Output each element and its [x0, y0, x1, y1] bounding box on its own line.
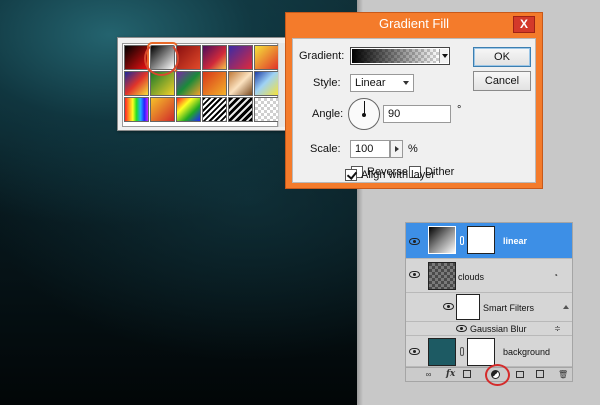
- gradient-preview: [352, 49, 439, 63]
- gradient-swatch[interactable]: [176, 97, 201, 122]
- layer-row-smart-filters[interactable]: Smart Filters: [406, 293, 572, 322]
- layer-row-gaussian-blur[interactable]: Gaussian Blur ≑: [406, 322, 572, 336]
- layers-panel: linear clouds ◔ Smart Filters Gaussian B…: [405, 222, 573, 382]
- eye-icon[interactable]: [456, 325, 467, 332]
- layer-mask-thumbnail[interactable]: [467, 226, 495, 254]
- chevron-down-icon: [442, 54, 448, 58]
- chain-link-icon[interactable]: [460, 347, 464, 356]
- smart-object-thumbnail: [428, 262, 456, 290]
- layer-name-smart-filters[interactable]: Smart Filters: [483, 303, 534, 313]
- gradient-dropdown-button[interactable]: [439, 49, 448, 63]
- new-group-icon[interactable]: [516, 371, 524, 378]
- trash-icon[interactable]: 🗑: [558, 370, 568, 379]
- style-select[interactable]: Linear: [350, 74, 414, 92]
- angle-dial-center: [362, 113, 366, 117]
- scale-label: Scale:: [310, 143, 341, 155]
- style-label: Style:: [313, 77, 341, 89]
- gradient-swatch[interactable]: [202, 45, 227, 70]
- angle-label: Angle:: [312, 108, 344, 120]
- layer-mask-thumbnail[interactable]: [467, 338, 495, 366]
- highlight-ring: [144, 41, 179, 76]
- gradient-swatch[interactable]: [228, 97, 253, 122]
- dialog-body: Gradient: Style: Linear Angle: 90 ° Scal…: [292, 38, 536, 183]
- link-layers-icon[interactable]: ∞: [424, 370, 433, 379]
- highlight-circle: [485, 364, 510, 386]
- layer-name-background[interactable]: background: [503, 347, 550, 357]
- gradient-swatch[interactable]: [176, 71, 201, 96]
- gradient-swatch[interactable]: [254, 71, 279, 96]
- layer-row-linear[interactable]: linear: [406, 223, 572, 259]
- add-mask-icon[interactable]: [463, 370, 471, 378]
- layer-name-linear[interactable]: linear: [503, 236, 527, 246]
- angle-input[interactable]: 90: [383, 105, 451, 123]
- gradient-swatch[interactable]: [124, 71, 149, 96]
- align-with-layer-label: Align with layer: [361, 169, 435, 181]
- dialog-title: Gradient Fill: [378, 16, 450, 31]
- cancel-button[interactable]: Cancel: [473, 71, 531, 91]
- degree-unit: °: [457, 104, 462, 116]
- percent-unit: %: [408, 143, 418, 155]
- layer-row-background[interactable]: background: [406, 336, 572, 367]
- gradient-swatch[interactable]: [176, 45, 201, 70]
- new-layer-icon[interactable]: [536, 370, 544, 378]
- angle-dial[interactable]: [348, 98, 380, 130]
- layer-name-gaussian-blur[interactable]: Gaussian Blur: [470, 324, 527, 334]
- style-value: Linear: [355, 77, 386, 89]
- gradient-fill-dialog: Gradient Fill X Gradient: Style: Linear …: [285, 12, 543, 189]
- filter-mask-thumbnail[interactable]: [456, 294, 480, 320]
- layer-row-clouds[interactable]: clouds ◔: [406, 259, 572, 309]
- gradient-swatch[interactable]: [124, 97, 149, 122]
- align-with-layer-checkbox[interactable]: [345, 169, 357, 181]
- chevron-right-icon: [395, 146, 399, 152]
- eye-icon[interactable]: [409, 271, 420, 278]
- scale-slider-button[interactable]: [390, 140, 403, 158]
- chevron-down-icon: [403, 81, 409, 85]
- gradient-label: Gradient:: [299, 50, 345, 62]
- gradient-picker: [117, 37, 292, 131]
- smart-object-icon: ◔: [553, 271, 558, 280]
- ok-button[interactable]: OK: [473, 47, 531, 67]
- gradient-preview-field[interactable]: [350, 47, 450, 65]
- eye-icon[interactable]: [409, 238, 420, 245]
- eye-icon[interactable]: [409, 348, 420, 355]
- gradient-swatch[interactable]: [202, 97, 227, 122]
- close-button[interactable]: X: [513, 16, 535, 33]
- chain-link-icon[interactable]: [460, 236, 464, 245]
- gradient-swatch[interactable]: [254, 97, 279, 122]
- gradient-swatch[interactable]: [228, 71, 253, 96]
- scale-input[interactable]: 100: [350, 140, 390, 158]
- gradient-layer-thumbnail: [428, 226, 456, 254]
- gradient-swatch[interactable]: [202, 71, 227, 96]
- filter-options-icon[interactable]: ≑: [553, 324, 562, 333]
- gradient-swatch[interactable]: [228, 45, 253, 70]
- layer-name-clouds[interactable]: clouds: [458, 272, 484, 282]
- solid-fill-thumbnail: [428, 338, 456, 366]
- eye-icon[interactable]: [443, 303, 454, 310]
- fx-icon[interactable]: fx: [446, 370, 455, 379]
- gradient-swatch[interactable]: [150, 97, 175, 122]
- gradient-swatch[interactable]: [254, 45, 279, 70]
